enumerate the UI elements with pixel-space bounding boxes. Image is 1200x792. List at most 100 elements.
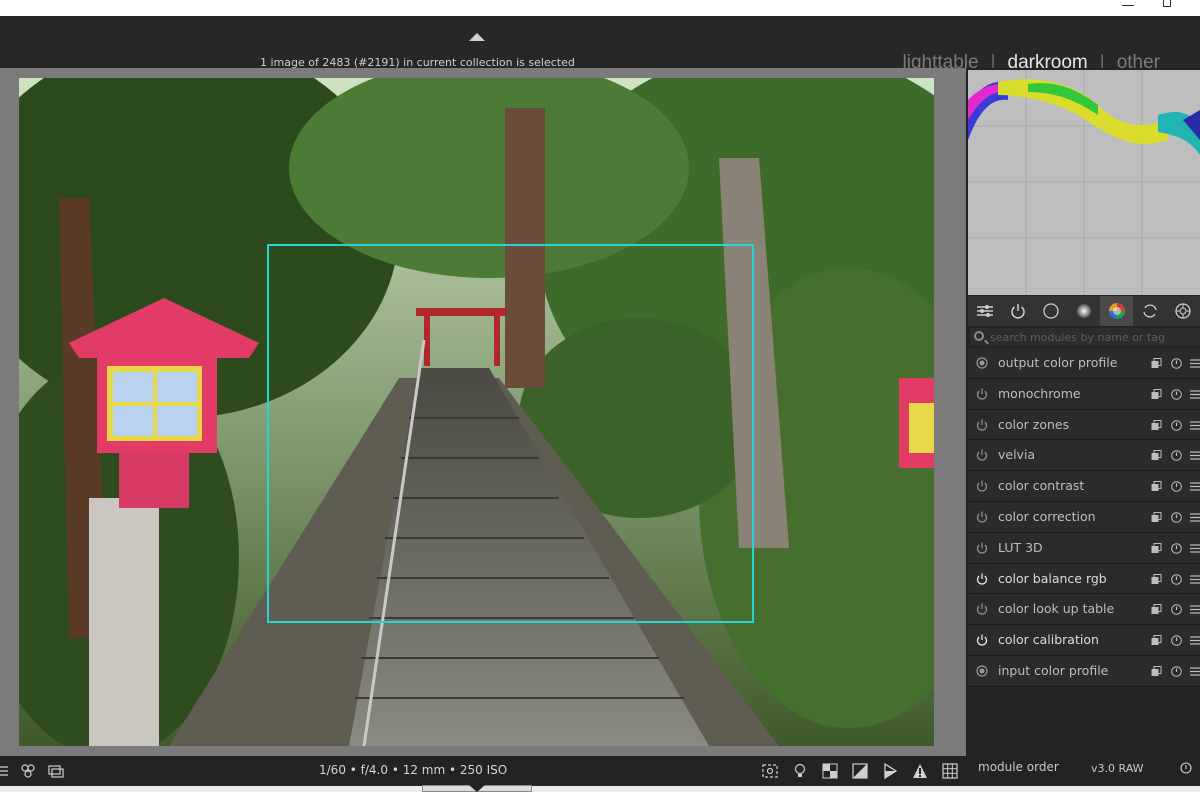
- module-power-icon[interactable]: [976, 388, 988, 400]
- module-row[interactable]: LUT 3D: [968, 532, 1200, 564]
- reset-icon[interactable]: [1171, 512, 1182, 523]
- module-locked-icon: [976, 665, 988, 677]
- module-order-value[interactable]: v3.0 RAW: [1091, 762, 1144, 775]
- clipping-indicator-icon[interactable]: [852, 763, 868, 779]
- reset-icon[interactable]: [1171, 666, 1182, 677]
- module-row[interactable]: input color profile: [968, 655, 1200, 687]
- presets-icon[interactable]: [1190, 420, 1200, 431]
- module-search-input[interactable]: [990, 328, 1190, 346]
- module-row[interactable]: velvia: [968, 440, 1200, 472]
- raw-overexposed-icon[interactable]: [822, 763, 838, 779]
- module-power-icon[interactable]: [976, 603, 988, 615]
- histogram[interactable]: [968, 70, 1200, 295]
- reset-icon[interactable]: [1171, 573, 1182, 585]
- exif-info: 1/60 • f/4.0 • 12 mm • 250 ISO: [319, 763, 508, 777]
- module-power-icon[interactable]: [976, 449, 988, 461]
- reset-icon[interactable]: [1171, 542, 1182, 554]
- multi-instance-icon[interactable]: [1151, 419, 1162, 431]
- module-power-icon[interactable]: [976, 573, 988, 585]
- multi-instance-icon[interactable]: [1151, 358, 1162, 369]
- presets-icon[interactable]: [1190, 574, 1200, 585]
- reset-icon[interactable]: [1171, 635, 1182, 646]
- module-power-icon[interactable]: [976, 419, 988, 431]
- module-name: color calibration: [998, 632, 1099, 648]
- second-window-icon[interactable]: [48, 763, 64, 779]
- multi-instance-icon[interactable]: [1151, 665, 1162, 677]
- presets-icon[interactable]: [1190, 543, 1200, 554]
- focus-peaking-frame: [267, 244, 754, 623]
- module-list: output color profile monochrome color zone…: [968, 348, 1200, 687]
- presets-icon[interactable]: [1190, 604, 1200, 615]
- module-name: LUT 3D: [998, 539, 1043, 555]
- color-group-icon[interactable]: [1100, 296, 1133, 326]
- maximize-icon[interactable]: [1163, 0, 1171, 7]
- styles-icon[interactable]: [20, 763, 36, 779]
- gamut-check-icon[interactable]: [912, 763, 928, 779]
- quick-access-icon[interactable]: [968, 296, 1001, 326]
- presets-icon[interactable]: [1190, 389, 1200, 400]
- multi-instance-icon[interactable]: [1151, 573, 1162, 585]
- module-power-icon[interactable]: [976, 511, 988, 523]
- module-row[interactable]: output color profile: [968, 348, 1200, 379]
- preferences-icon[interactable]: [0, 763, 16, 779]
- module-search: [970, 328, 1200, 346]
- center-view: [0, 68, 966, 756]
- top-header: 1 image of 2483 (#2191) in current colle…: [0, 16, 1200, 73]
- presets-icon[interactable]: [1190, 481, 1200, 492]
- guides-icon[interactable]: [942, 763, 958, 779]
- presets-icon[interactable]: [1190, 635, 1200, 646]
- correct-group-icon[interactable]: [1133, 296, 1166, 326]
- module-row[interactable]: color balance rgb: [968, 563, 1200, 595]
- active-modules-icon[interactable]: [1001, 296, 1034, 326]
- multi-instance-icon[interactable]: [1151, 388, 1162, 400]
- reset-icon[interactable]: [1171, 388, 1182, 400]
- minimize-icon[interactable]: [1122, 5, 1134, 6]
- search-icon: [974, 331, 984, 341]
- effect-group-icon[interactable]: [1166, 296, 1199, 326]
- module-row[interactable]: color zones: [968, 409, 1200, 441]
- module-name: color look up table: [998, 601, 1115, 617]
- bottom-toolbar: 1/60 • f/4.0 • 12 mm • 250 ISO module or…: [0, 756, 1200, 786]
- module-row[interactable]: color look up table: [968, 594, 1200, 626]
- module-group-bar: [968, 296, 1200, 326]
- right-panel: output color profile monochrome color zone…: [966, 68, 1200, 756]
- multi-instance-icon[interactable]: [1151, 450, 1162, 461]
- presets-icon[interactable]: [1190, 450, 1200, 461]
- module-name: output color profile: [998, 355, 1118, 370]
- collapse-bottom-panel-icon[interactable]: [469, 785, 485, 792]
- multi-instance-icon[interactable]: [1151, 542, 1162, 554]
- reset-icon[interactable]: [1171, 419, 1182, 431]
- module-row[interactable]: color correction: [968, 501, 1200, 533]
- focus-peaking-icon[interactable]: [762, 763, 778, 779]
- module-name: color correction: [998, 508, 1096, 524]
- histogram-graph: [968, 70, 1200, 295]
- window-titlebar: [0, 0, 1200, 16]
- softproof-icon[interactable]: [882, 763, 898, 779]
- filmstrip-strip: [0, 786, 1200, 792]
- multi-instance-icon[interactable]: [1151, 481, 1162, 492]
- multi-instance-icon[interactable]: [1151, 511, 1162, 523]
- presets-icon[interactable]: [1190, 512, 1200, 523]
- module-order-reset-icon[interactable]: [1180, 762, 1192, 774]
- module-row[interactable]: color calibration: [968, 625, 1200, 656]
- collapse-top-panel-icon[interactable]: [469, 33, 485, 41]
- base-group-icon[interactable]: [1034, 296, 1067, 326]
- module-power-icon[interactable]: [976, 634, 988, 646]
- multi-instance-icon[interactable]: [1151, 604, 1162, 615]
- color-assessment-icon[interactable]: [792, 763, 808, 779]
- reset-icon[interactable]: [1171, 358, 1182, 369]
- reset-icon[interactable]: [1171, 481, 1182, 492]
- image-canvas[interactable]: [19, 78, 934, 746]
- multi-instance-icon[interactable]: [1151, 635, 1162, 646]
- module-row[interactable]: color contrast: [968, 471, 1200, 502]
- presets-icon[interactable]: [1190, 358, 1200, 369]
- presets-icon[interactable]: [1190, 666, 1200, 677]
- module-row[interactable]: monochrome: [968, 378, 1200, 410]
- module-power-icon[interactable]: [976, 480, 988, 492]
- module-name: color contrast: [998, 478, 1085, 494]
- module-power-icon[interactable]: [976, 542, 988, 554]
- reset-icon[interactable]: [1171, 604, 1182, 616]
- module-name: color zones: [998, 416, 1070, 432]
- tone-group-icon[interactable]: [1067, 296, 1100, 326]
- reset-icon[interactable]: [1171, 450, 1182, 462]
